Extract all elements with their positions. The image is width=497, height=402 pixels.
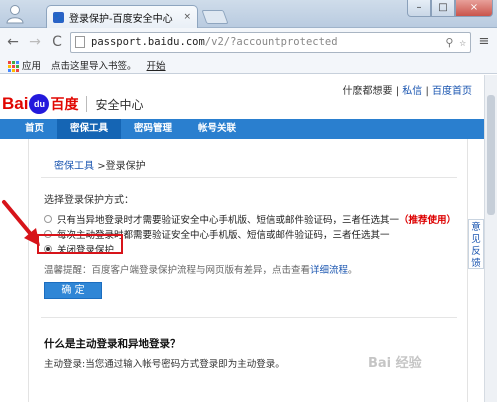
option-remote-login[interactable]: 只有当异地登录时才需要验证安全中心手机版、短信或邮件验证码，三者任选其一 （推荐使…: [44, 212, 456, 226]
baidu-logo[interactable]: Bai du 百度: [2, 94, 78, 114]
url-host: passport.baidu.com: [91, 36, 205, 48]
apps-label: 应用: [22, 60, 42, 72]
nav-security-tools[interactable]: 密保工具: [57, 119, 122, 139]
start-link[interactable]: 开始: [147, 58, 166, 72]
back-button[interactable]: ←: [4, 33, 22, 51]
omnibox-icons: ⚲ ☆: [445, 36, 466, 49]
link-separator: |: [395, 86, 400, 97]
logo-bai: Bai: [2, 94, 29, 113]
breadcrumb: 密保工具 >登录保护: [54, 157, 146, 172]
menu-icon[interactable]: ≡: [475, 33, 493, 51]
hint-text: 温馨提醒：百度客户端登录保护流程与网页版有差异，点击查看详细流程。: [44, 262, 358, 276]
reload-button[interactable]: C: [48, 33, 66, 51]
messages-link[interactable]: 私信: [402, 86, 422, 97]
tab-title: 登录保护-百度安全中心: [69, 13, 173, 25]
nav-password-management[interactable]: 密码管理: [121, 119, 185, 139]
top-links: 什麽都想要 | 私信 | 百度首页: [343, 82, 473, 97]
breadcrumb-current: 登录保护: [105, 161, 146, 172]
username-link[interactable]: 什麽都想要: [343, 86, 393, 97]
highlight-box: [37, 234, 123, 254]
new-tab-button[interactable]: [201, 10, 229, 24]
import-bookmarks-link[interactable]: 点击这里导入书签。: [51, 58, 137, 72]
link-separator: |: [425, 86, 429, 97]
recommended-badge: （推荐使用）: [399, 215, 457, 226]
watermark: Bai 经验: [368, 356, 422, 371]
logo-du-paw-icon: du: [29, 94, 50, 114]
baidu-home-link[interactable]: 百度首页: [432, 86, 472, 97]
tab-close-icon[interactable]: ×: [183, 12, 191, 22]
nav-home[interactable]: 首页: [12, 119, 57, 139]
option-text: 只有当异地登录时才需要验证安全中心手机版、短信或邮件验证码，三者任选其一: [57, 215, 400, 226]
nav-account-linking[interactable]: 帐号关联: [185, 119, 249, 139]
star-icon[interactable]: ☆: [459, 36, 466, 49]
protection-mode-label: 选择登录保护方式：: [44, 195, 134, 206]
confirm-button[interactable]: 确 定: [44, 282, 102, 299]
red-arrow-icon: [2, 200, 40, 246]
apps-grid-icon: [8, 60, 19, 72]
browser-toolbar: ← → C passport.baidu.com/v2/?accountprot…: [0, 28, 497, 56]
divider: [41, 317, 457, 318]
radio-remote-login[interactable]: [44, 215, 52, 223]
page-section-title: 安全中心: [95, 97, 144, 112]
logo-cn: 百度: [50, 96, 79, 112]
user-avatar-icon[interactable]: [6, 4, 24, 24]
search-icon[interactable]: ⚲: [445, 36, 453, 49]
breadcrumb-security-tools[interactable]: 密保工具: [54, 161, 94, 172]
close-window-button[interactable]: ×: [455, 0, 493, 17]
main-nav: 首页 密保工具 密码管理 帐号关联: [0, 119, 484, 139]
url-path: /v2/?accountprotected: [204, 36, 338, 48]
feedback-tab[interactable]: 意见反馈: [468, 219, 484, 269]
scrollbar-thumb[interactable]: [487, 95, 495, 215]
site-header: Bai du 百度 安全中心: [0, 89, 143, 119]
browser-tab[interactable]: 🐾 登录保护-百度安全中心 ×: [46, 5, 198, 28]
bookmarks-bar: 应用 点击这里导入书签。 开始: [0, 56, 497, 74]
title-bar: 🐾 登录保护-百度安全中心 × – □ ×: [0, 0, 497, 28]
page-icon: [75, 36, 85, 48]
window-controls: – □ ×: [407, 0, 493, 17]
hint-body: 温馨提醒：百度客户端登录保护流程与网页版有差异，点击查看: [44, 265, 311, 276]
forward-button[interactable]: →: [26, 33, 44, 51]
hint-end: 。: [348, 265, 358, 276]
breadcrumb-separator: >: [97, 161, 106, 172]
header-divider: [86, 96, 88, 112]
apps-bookmark[interactable]: 应用: [8, 58, 41, 72]
details-link[interactable]: 详细流程: [310, 265, 348, 276]
address-bar[interactable]: passport.baidu.com/v2/?accountprotected …: [70, 31, 471, 53]
faq-title: 什么是主动登录和异地登录？: [44, 338, 181, 350]
baidu-paw-icon: 🐾: [53, 11, 64, 23]
divider: [41, 177, 457, 178]
faq-description: 主动登录:当您通过输入帐号密码方式登录即为主动登录。: [44, 359, 285, 370]
maximize-button[interactable]: □: [431, 0, 455, 17]
minimize-button[interactable]: –: [407, 0, 431, 17]
